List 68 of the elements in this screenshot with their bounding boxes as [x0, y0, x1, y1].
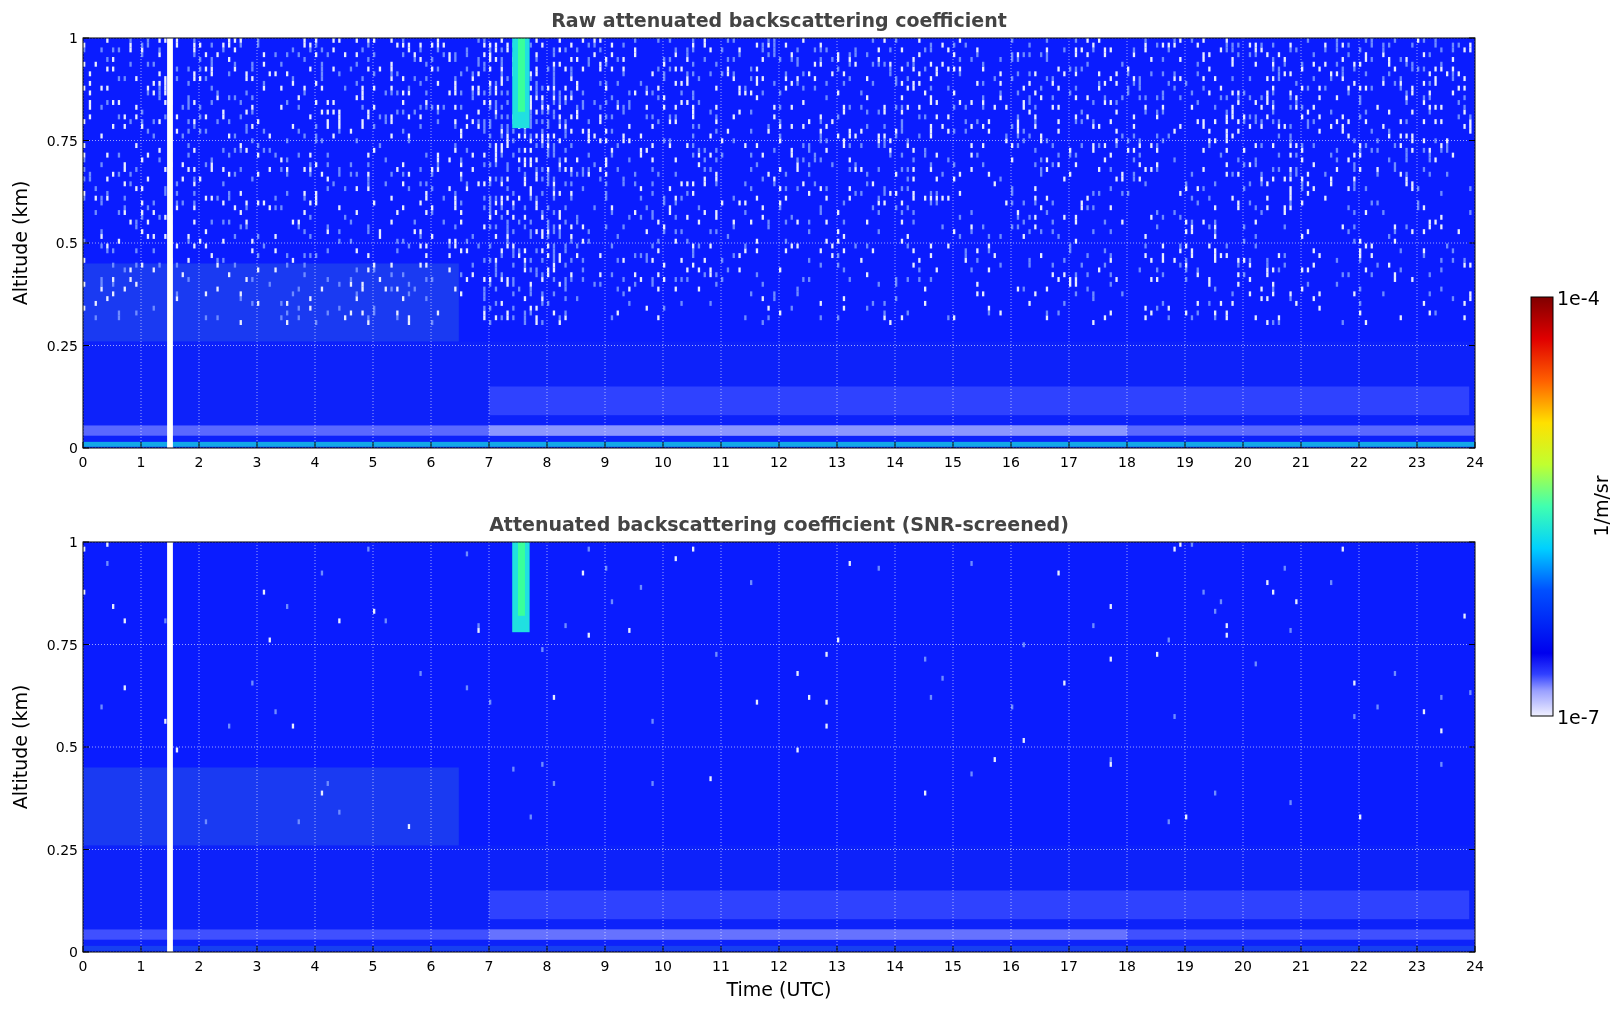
tick-label: 17 — [1060, 958, 1078, 974]
tick-label: 12 — [770, 454, 788, 470]
tick-label: 24 — [1466, 958, 1484, 974]
tick-label: 21 — [1292, 958, 1310, 974]
tick-label: 7 — [484, 454, 494, 470]
tick-label: 15 — [944, 958, 962, 974]
tick-label: 23 — [1408, 958, 1426, 974]
tick-label: 12 — [770, 958, 788, 974]
chart-title: Attenuated backscattering coefficient (SNR-screened) — [489, 513, 1069, 535]
tick-label: 3 — [252, 958, 262, 974]
tick-label: 14 — [886, 454, 904, 470]
tick-label: 24 — [1466, 454, 1484, 470]
tick-label: 0.5 — [55, 739, 78, 755]
chart-title: Raw attenuated backscattering coefficient — [551, 9, 1007, 31]
tick-label: 13 — [828, 454, 846, 470]
tick-label: 15 — [944, 454, 962, 470]
tick-label: 0.25 — [46, 841, 78, 858]
tick-label: 19 — [1176, 454, 1194, 470]
tick-label: 0.25 — [46, 337, 78, 354]
tick-label: 0 — [69, 440, 78, 456]
tick-label: 3 — [252, 454, 262, 470]
tick-label: 2 — [194, 958, 204, 974]
tick-label: 2 — [194, 454, 204, 470]
axis-title: Altitude (km) — [9, 684, 31, 810]
tick-label: 9 — [600, 454, 610, 470]
tick-label: 22 — [1350, 958, 1368, 974]
tick-label: 5 — [368, 958, 378, 974]
tick-label: 23 — [1408, 454, 1426, 470]
tick-label: 4 — [310, 454, 320, 470]
tick-label: 11 — [712, 958, 730, 974]
tick-label: 1 — [136, 454, 146, 470]
tick-label: 16 — [1002, 454, 1020, 470]
tick-label: 22 — [1350, 454, 1368, 470]
tick-label: 9 — [600, 958, 610, 974]
tick-label: 0 — [69, 944, 78, 960]
tick-label: 0 — [78, 958, 88, 974]
tick-label: 11 — [712, 454, 730, 470]
axis-title: Time (UTC) — [726, 978, 832, 1000]
tick-label: 20 — [1234, 454, 1252, 470]
tick-label: 0.5 — [55, 235, 78, 251]
tick-label: 18 — [1118, 454, 1136, 470]
tick-label: 1 — [136, 958, 146, 974]
tick-label: 21 — [1292, 454, 1310, 470]
tick-label: 1 — [69, 30, 78, 46]
tick-label: 8 — [542, 958, 552, 974]
tick-label: 18 — [1118, 958, 1136, 974]
tick-label: 5 — [368, 454, 378, 470]
tick-label: 6 — [426, 958, 436, 974]
tick-label: 4 — [310, 958, 320, 974]
tick-label: 17 — [1060, 454, 1078, 470]
tick-label: 16 — [1002, 958, 1020, 974]
colorbar-title: 1/m/sr — [1590, 475, 1612, 537]
tick-label: 0.75 — [46, 636, 78, 653]
axis-title: Altitude (km) — [9, 180, 31, 306]
colorbar-max-label: 1e-4 — [1557, 287, 1600, 309]
tick-label: 10 — [654, 454, 672, 470]
tick-label: 6 — [426, 454, 436, 470]
tick-label: 20 — [1234, 958, 1252, 974]
tick-label: 1 — [69, 534, 78, 550]
tick-label: 0.75 — [46, 132, 78, 149]
tick-label: 7 — [484, 958, 494, 974]
tick-label: 10 — [654, 958, 672, 974]
colorbar-min-label: 1e-7 — [1557, 706, 1600, 728]
tick-label: 19 — [1176, 958, 1194, 974]
tick-label: 0 — [78, 454, 88, 470]
tick-label: 8 — [542, 454, 552, 470]
tick-label: 14 — [886, 958, 904, 974]
tick-label: 13 — [828, 958, 846, 974]
